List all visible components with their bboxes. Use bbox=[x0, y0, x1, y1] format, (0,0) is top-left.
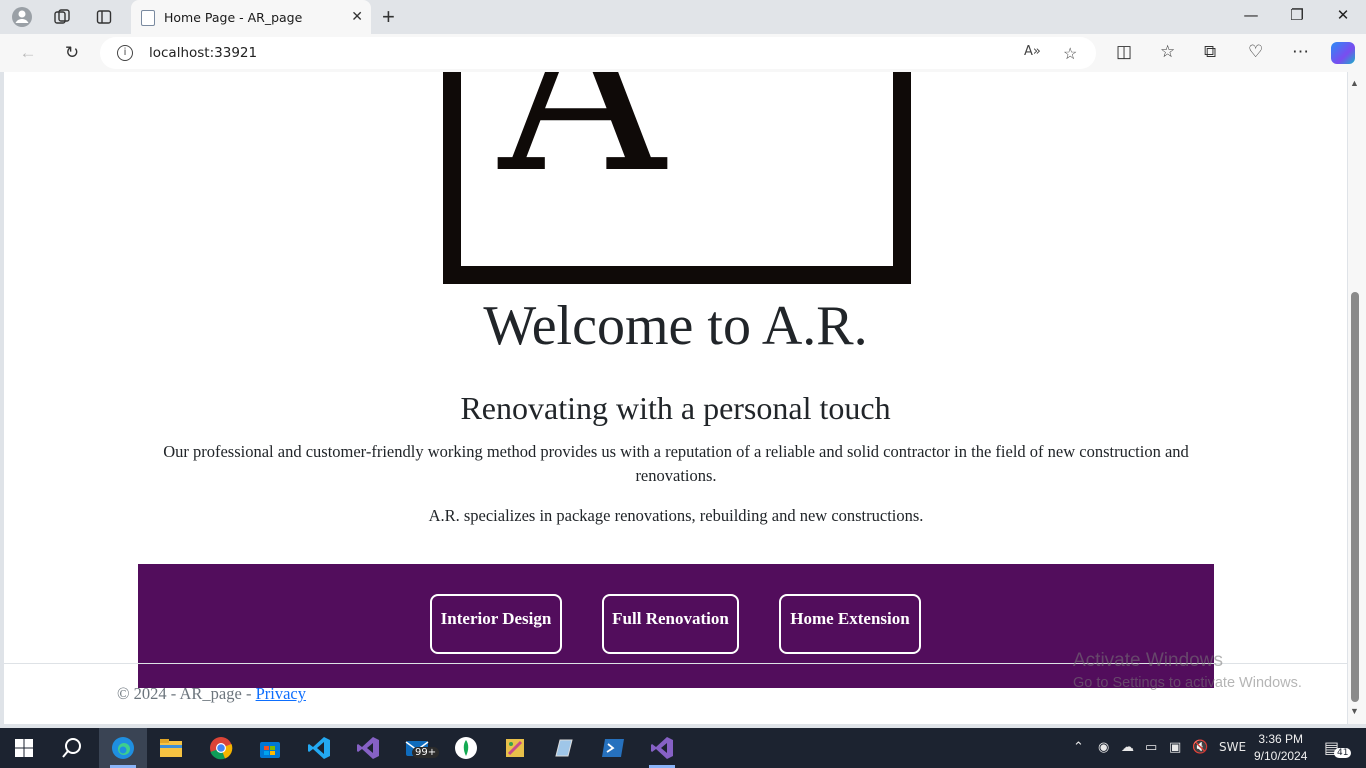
privacy-link[interactable]: Privacy bbox=[256, 684, 306, 703]
scrollbar-thumb[interactable] bbox=[1351, 292, 1359, 702]
page-subtitle: Renovating with a personal touch bbox=[460, 390, 891, 426]
back-icon[interactable]: ← bbox=[17, 42, 39, 64]
tab-title: Home Page - AR_page bbox=[164, 10, 303, 25]
address-bar[interactable]: i localhost:33921 A» ☆ bbox=[100, 37, 1096, 69]
language-indicator[interactable]: SWE bbox=[1219, 740, 1246, 754]
footer-copyright: © 2024 - AR_page - bbox=[117, 684, 256, 703]
intro-paragraph: Our professional and customer-friendly w… bbox=[163, 442, 1189, 485]
full-renovation-button[interactable]: Full Renovation bbox=[602, 594, 739, 654]
visual-studio-icon[interactable] bbox=[355, 736, 381, 760]
favorite-star-icon[interactable]: ☆ bbox=[1063, 44, 1077, 64]
taskbar: 99+ ⌃ ◉ ☁ ▭ ▣ 🔇 SWE 3:36 PM 9/10/2024 ▤ … bbox=[0, 728, 1366, 768]
specialization-paragraph: A.R. specializes in package renovations,… bbox=[428, 506, 924, 525]
volume-muted-icon[interactable]: 🔇 bbox=[1192, 740, 1208, 755]
mail-badge: 99+ bbox=[412, 747, 440, 758]
tab-close-icon[interactable]: ✕ bbox=[351, 8, 363, 25]
page-heading: Welcome to A.R. bbox=[483, 295, 868, 357]
company-logo: A bbox=[443, 72, 911, 284]
powershell-icon[interactable] bbox=[600, 736, 626, 760]
read-aloud-icon[interactable]: A» bbox=[1024, 44, 1041, 59]
notes-app-icon[interactable] bbox=[551, 736, 577, 760]
clock[interactable]: 3:36 PM 9/10/2024 bbox=[1254, 731, 1307, 765]
services-section: Interior Design Full Renovation Home Ext… bbox=[138, 564, 1214, 688]
close-window-icon[interactable]: ✕ bbox=[1328, 6, 1358, 24]
title-bar: Home Page - AR_page ✕ + — ❐ ✕ bbox=[0, 0, 1366, 34]
logo-letter-a: A bbox=[499, 72, 666, 224]
favorites-icon[interactable]: ☆ bbox=[1160, 42, 1175, 62]
clock-time: 3:36 PM bbox=[1258, 732, 1304, 746]
scroll-up-icon[interactable]: ▲ bbox=[1350, 78, 1359, 88]
visual-studio-2-icon[interactable] bbox=[649, 736, 675, 760]
vertical-scrollbar[interactable]: ▲ ▼ bbox=[1348, 72, 1366, 724]
more-menu-icon[interactable]: ⋯ bbox=[1292, 42, 1309, 62]
url-text[interactable]: localhost:33921 bbox=[149, 45, 257, 61]
show-hidden-icons-icon[interactable]: ⌃ bbox=[1073, 740, 1084, 755]
onedrive-icon[interactable]: ☁ bbox=[1121, 740, 1134, 755]
footer: © 2024 - AR_page - Privacy bbox=[117, 684, 306, 704]
collections-icon[interactable]: ⧉ bbox=[1204, 42, 1216, 62]
home-extension-button[interactable]: Home Extension bbox=[779, 594, 921, 654]
watermark-title: Activate Windows bbox=[1073, 650, 1223, 671]
microsoft-store-icon[interactable] bbox=[257, 736, 283, 760]
profile-icon[interactable] bbox=[11, 6, 33, 28]
chrome-icon[interactable] bbox=[208, 736, 234, 760]
refresh-icon[interactable]: ↻ bbox=[61, 42, 83, 64]
navigation-bar: ← ↻ i localhost:33921 A» ☆ ◫ ☆ ⧉ ♡ ⋯ bbox=[0, 34, 1366, 72]
activate-windows-watermark: Activate Windows Go to Settings to activ… bbox=[1073, 650, 1302, 691]
minimize-icon[interactable]: — bbox=[1236, 6, 1266, 24]
vscode-icon[interactable] bbox=[306, 736, 332, 760]
browser-essentials-icon[interactable]: ♡ bbox=[1248, 42, 1263, 62]
webcam-icon[interactable]: ◉ bbox=[1098, 740, 1109, 755]
web-page: A Welcome to A.R. Renovating with a pers… bbox=[4, 72, 1347, 724]
workspaces-icon[interactable] bbox=[51, 6, 73, 28]
copilot-icon[interactable] bbox=[1331, 42, 1355, 64]
restore-icon[interactable]: ❐ bbox=[1282, 6, 1312, 24]
new-tab-icon[interactable]: + bbox=[382, 4, 395, 30]
site-info-icon[interactable]: i bbox=[117, 45, 133, 61]
split-screen-icon[interactable]: ◫ bbox=[1116, 42, 1132, 62]
battery-icon[interactable]: ▭ bbox=[1145, 740, 1157, 755]
notification-count: 41 bbox=[1334, 748, 1352, 758]
search-icon[interactable] bbox=[59, 736, 85, 760]
scroll-down-icon[interactable]: ▼ bbox=[1350, 706, 1359, 716]
file-explorer-icon[interactable] bbox=[158, 736, 184, 760]
mongodb-compass-icon[interactable] bbox=[453, 736, 479, 760]
tab-home-page[interactable]: Home Page - AR_page ✕ bbox=[131, 0, 371, 34]
watermark-subtitle: Go to Settings to activate Windows. bbox=[1073, 675, 1302, 691]
paint-tool-icon[interactable] bbox=[502, 736, 528, 760]
windows-start-icon[interactable] bbox=[11, 736, 37, 760]
vertical-tabs-icon[interactable] bbox=[93, 6, 115, 28]
network-icon[interactable]: ▣ bbox=[1169, 740, 1181, 755]
page-favicon-icon bbox=[141, 10, 155, 26]
clock-date: 9/10/2024 bbox=[1254, 749, 1308, 763]
interior-design-button[interactable]: Interior Design bbox=[430, 594, 562, 654]
edge-browser-icon[interactable] bbox=[110, 736, 136, 760]
